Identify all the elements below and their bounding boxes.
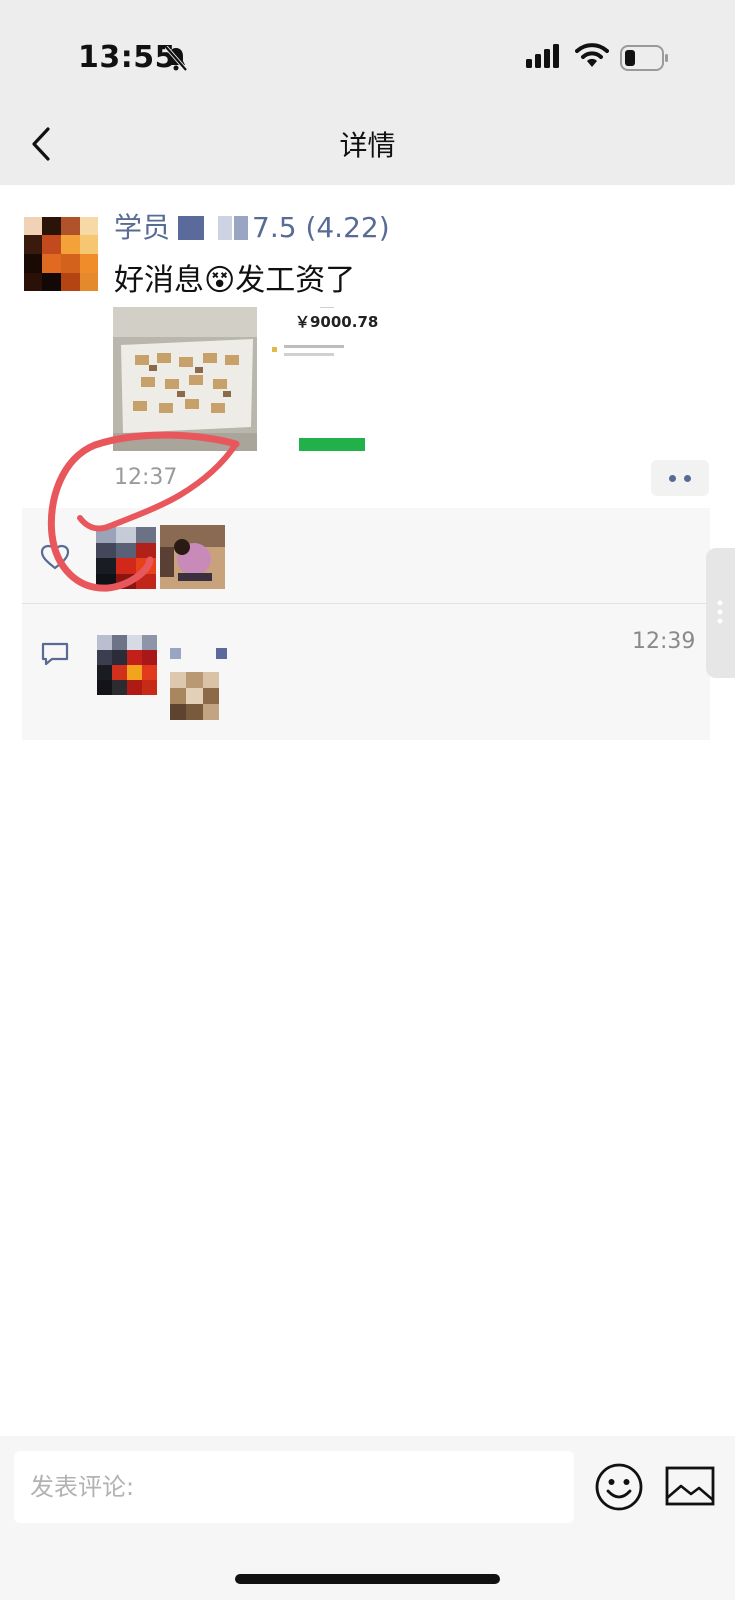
handle-dots-icon	[717, 600, 723, 624]
post-text-after: 发工资了	[235, 263, 356, 298]
wifi-icon	[575, 43, 609, 67]
comment-author-redacted[interactable]	[170, 646, 230, 660]
avatar-like-2[interactable]	[160, 525, 225, 589]
scroll-handle[interactable]	[706, 548, 735, 678]
photo-cash[interactable]	[113, 307, 257, 451]
author-prefix: 学员	[114, 211, 171, 244]
avatar[interactable]	[24, 217, 98, 291]
photo-payment-screenshot[interactable]: ￥9000.78	[262, 307, 406, 451]
signal-icon	[526, 44, 559, 68]
dot-icon	[684, 475, 691, 482]
comment-avatar[interactable]	[97, 635, 157, 695]
status-time: 13:55	[78, 40, 176, 75]
battery-icon	[620, 45, 668, 71]
post-text: 好消息😵发工资了	[114, 255, 355, 299]
post-text-before: 好消息	[114, 263, 204, 298]
author-name[interactable]: 学员 7.5 (4.22)	[114, 206, 390, 246]
comment-input[interactable]	[14, 1451, 574, 1523]
redacted-block	[218, 216, 233, 240]
payment-amount: ￥9000.78	[295, 313, 379, 331]
person-photo-icon	[160, 525, 225, 589]
redacted-block	[178, 216, 205, 240]
comment-icon	[41, 642, 69, 666]
home-indicator[interactable]	[235, 1574, 500, 1584]
divider	[22, 603, 710, 604]
comment-time: 12:39	[632, 629, 696, 654]
more-actions-button[interactable]	[651, 460, 709, 496]
author-suffix: 7.5 (4.22)	[252, 211, 390, 244]
post-emoji: 😵	[204, 263, 236, 298]
image-icon[interactable]	[665, 1466, 715, 1506]
dot-icon	[669, 475, 676, 482]
emoji-icon[interactable]	[594, 1462, 644, 1512]
avatar-like-1[interactable]	[96, 527, 156, 589]
comment-sticker[interactable]	[170, 672, 219, 720]
page-title: 详情	[339, 129, 396, 162]
post-time: 12:37	[114, 465, 178, 490]
heart-icon	[40, 544, 70, 570]
redacted-block	[234, 216, 249, 240]
bell-muted-icon	[165, 46, 187, 72]
cash-photo-icon	[113, 307, 257, 451]
